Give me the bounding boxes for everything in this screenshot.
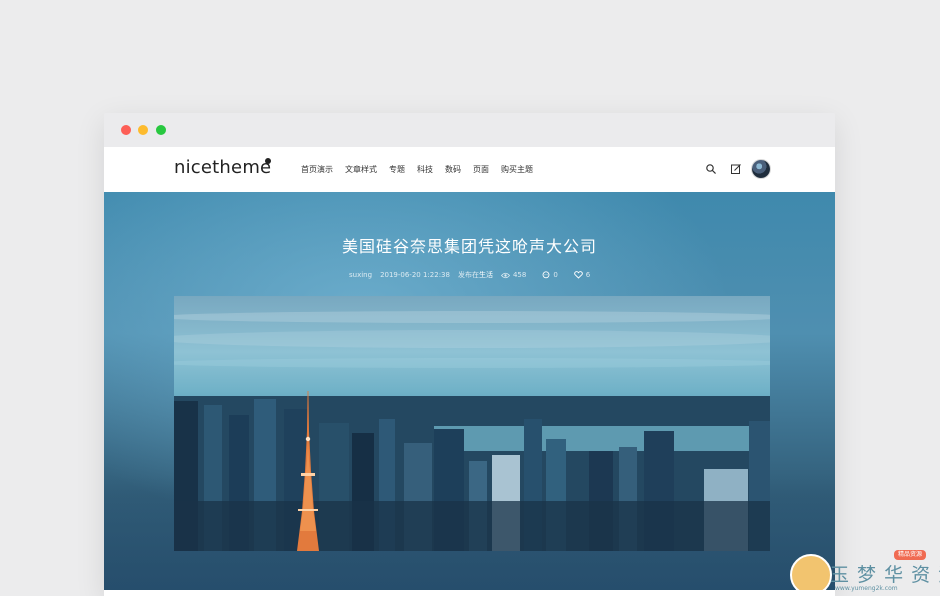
close-window-button[interactable] [121,125,131,135]
nav-item-home-demo[interactable]: 首页演示 [301,164,333,175]
views-count: 458 [512,271,527,279]
city-skyline-image [174,391,770,551]
likes-count: 6 [585,271,591,279]
browser-titlebar [104,113,835,147]
nav-item-digital[interactable]: 数码 [445,164,461,175]
comments-count-group[interactable]: 0 [542,271,565,279]
nav-item-buy-theme[interactable]: 购买主题 [501,164,533,175]
browser-window: nicetheme 首页演示 文章样式 专题 科技 数码 页面 购买主题 美国硅… [104,113,835,596]
eye-icon [500,272,510,278]
minimize-window-button[interactable] [138,125,148,135]
post-category[interactable]: 生活 [479,270,493,280]
watermark-tag: 精品资源 [894,550,927,560]
category-prefix: 发布在 [457,271,479,279]
post-featured-image [174,296,770,551]
comment-icon [542,271,550,279]
nav-item-topics[interactable]: 专题 [389,164,405,175]
post-title: 美国硅谷奈思集团凭这呛声大公司 [341,237,597,256]
user-avatar[interactable] [752,160,770,178]
content-area-top [104,590,835,596]
site-header: nicetheme 首页演示 文章样式 专题 科技 数码 页面 购买主题 [104,147,835,192]
watermark-subtext: www.yumeng2k.com [835,585,898,592]
nav-item-tech[interactable]: 科技 [417,164,433,175]
comments-count: 0 [553,271,558,279]
search-icon[interactable] [705,163,717,175]
likes-count-group[interactable]: 6 [573,271,598,279]
author-name[interactable]: suxing [349,271,372,279]
edit-icon[interactable] [730,163,742,175]
views-count-group: 458 [500,271,534,279]
post-meta: suxing 2019-06-20 1:22:38 发布在 生活 458 0 6 [344,266,604,284]
heart-icon [573,271,583,279]
nav-item-pages[interactable]: 页面 [473,164,489,175]
logo-mark-icon [265,158,271,164]
site-logo[interactable]: nicetheme [174,157,271,178]
nav-item-article-style[interactable]: 文章样式 [345,164,377,175]
watermark-text: 玉 梦 华 资 源 网 [830,564,940,586]
main-nav: 首页演示 文章样式 专题 科技 数码 页面 购买主题 [301,164,545,175]
post-hero: 美国硅谷奈思集团凭这呛声大公司 suxing 2019-06-20 1:22:3… [104,192,835,596]
post-date: 2019-06-20 1:22:38 [380,271,450,279]
maximize-window-button[interactable] [156,125,166,135]
